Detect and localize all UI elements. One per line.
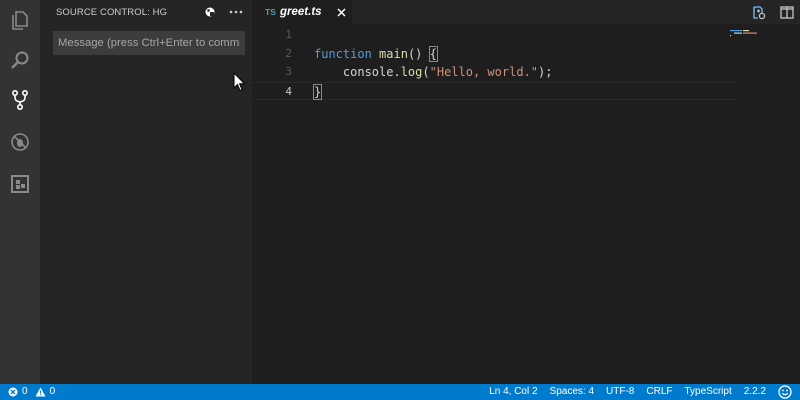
code-editor[interactable]: 1 2 function main() {3 console.log("Hello,… [252,26,736,100]
typescript-version[interactable]: 2.2.2 [744,386,766,397]
cursor-position[interactable]: Ln 4, Col 2 [489,386,537,397]
files-icon [12,11,28,30]
activity-extensions[interactable] [0,164,40,204]
error-count: 0 [22,386,28,397]
status-bar: 0 0 Ln 4, Col 2 Spaces: 4 UTF-8 CRLF Typ… [0,384,800,400]
code-token: } [312,83,323,100]
sidebar-title: SOURCE CONTROL: HG [56,7,168,18]
language-mode[interactable]: TypeScript [685,386,732,397]
open-changes-button[interactable] [750,3,768,21]
sidebar-header: SOURCE CONTROL: HG [40,0,252,24]
code-token: { [428,45,438,62]
commit-message-box [53,31,245,55]
code-token: console. [314,65,401,79]
minimap [730,30,757,37]
editor-area: TS greet.ts 1 2 function main() {3 cons… [252,0,800,384]
open-changes-icon [752,5,765,19]
source-control-icon [11,89,29,111]
code-token: main [379,46,408,61]
end-of-line[interactable]: CRLF [646,386,672,397]
code-token: ( [422,65,430,79]
commit-message-input[interactable] [54,32,244,54]
warning-icon [35,387,46,396]
line-content: function main() { [314,45,438,64]
warning-count: 0 [49,386,56,397]
activity-debug[interactable] [0,122,40,162]
line-number: 2 [285,46,292,60]
indentation[interactable]: Spaces: 4 [550,386,594,397]
code-token: "Hello, world." [429,65,538,79]
code-token: ); [538,65,553,79]
tab-label: greet.ts [280,6,322,18]
code-token: log [400,65,423,79]
sidebar: SOURCE CONTROL: HG [40,0,252,384]
tab-close-button[interactable] [334,5,348,19]
switch-provider-icon [205,7,215,17]
line-number: 3 [285,65,292,78]
activity-explorer[interactable] [0,0,40,40]
activity-source-control[interactable] [0,80,40,120]
code-line[interactable]: 3 console.log("Hello, world."); [252,63,736,82]
activity-search[interactable] [0,40,40,80]
mouse-cursor-icon [233,72,246,92]
line-number: 4 [285,84,292,98]
extensions-icon [11,175,29,193]
tab-strip: TS greet.ts [252,0,800,24]
search-icon [11,51,29,69]
smiley-icon[interactable] [778,385,792,399]
split-editor-icon [780,5,794,19]
more-actions-button[interactable] [228,4,244,20]
typescript-file-icon: TS [265,7,276,17]
error-icon [8,387,18,396]
debug-icon [11,133,29,151]
close-icon [336,7,346,17]
code-line[interactable]: 2 function main() { [252,45,736,64]
tab-greet-ts[interactable]: TS greet.ts [252,0,352,24]
more-icon [229,10,243,14]
encoding[interactable]: UTF-8 [606,386,634,397]
code-line[interactable]: 4} [252,81,736,102]
code-token: function [314,46,372,61]
line-content: console.log("Hello, world."); [314,63,553,82]
code-line[interactable]: 1 [252,26,736,45]
split-editor-button[interactable] [778,3,796,21]
switch-provider-button[interactable] [202,4,218,20]
activity-bar [0,0,40,384]
line-content: } [312,83,323,102]
problems-indicator[interactable]: 0 0 [8,386,55,397]
code-token: () [407,46,430,61]
line-number: 1 [285,28,292,41]
